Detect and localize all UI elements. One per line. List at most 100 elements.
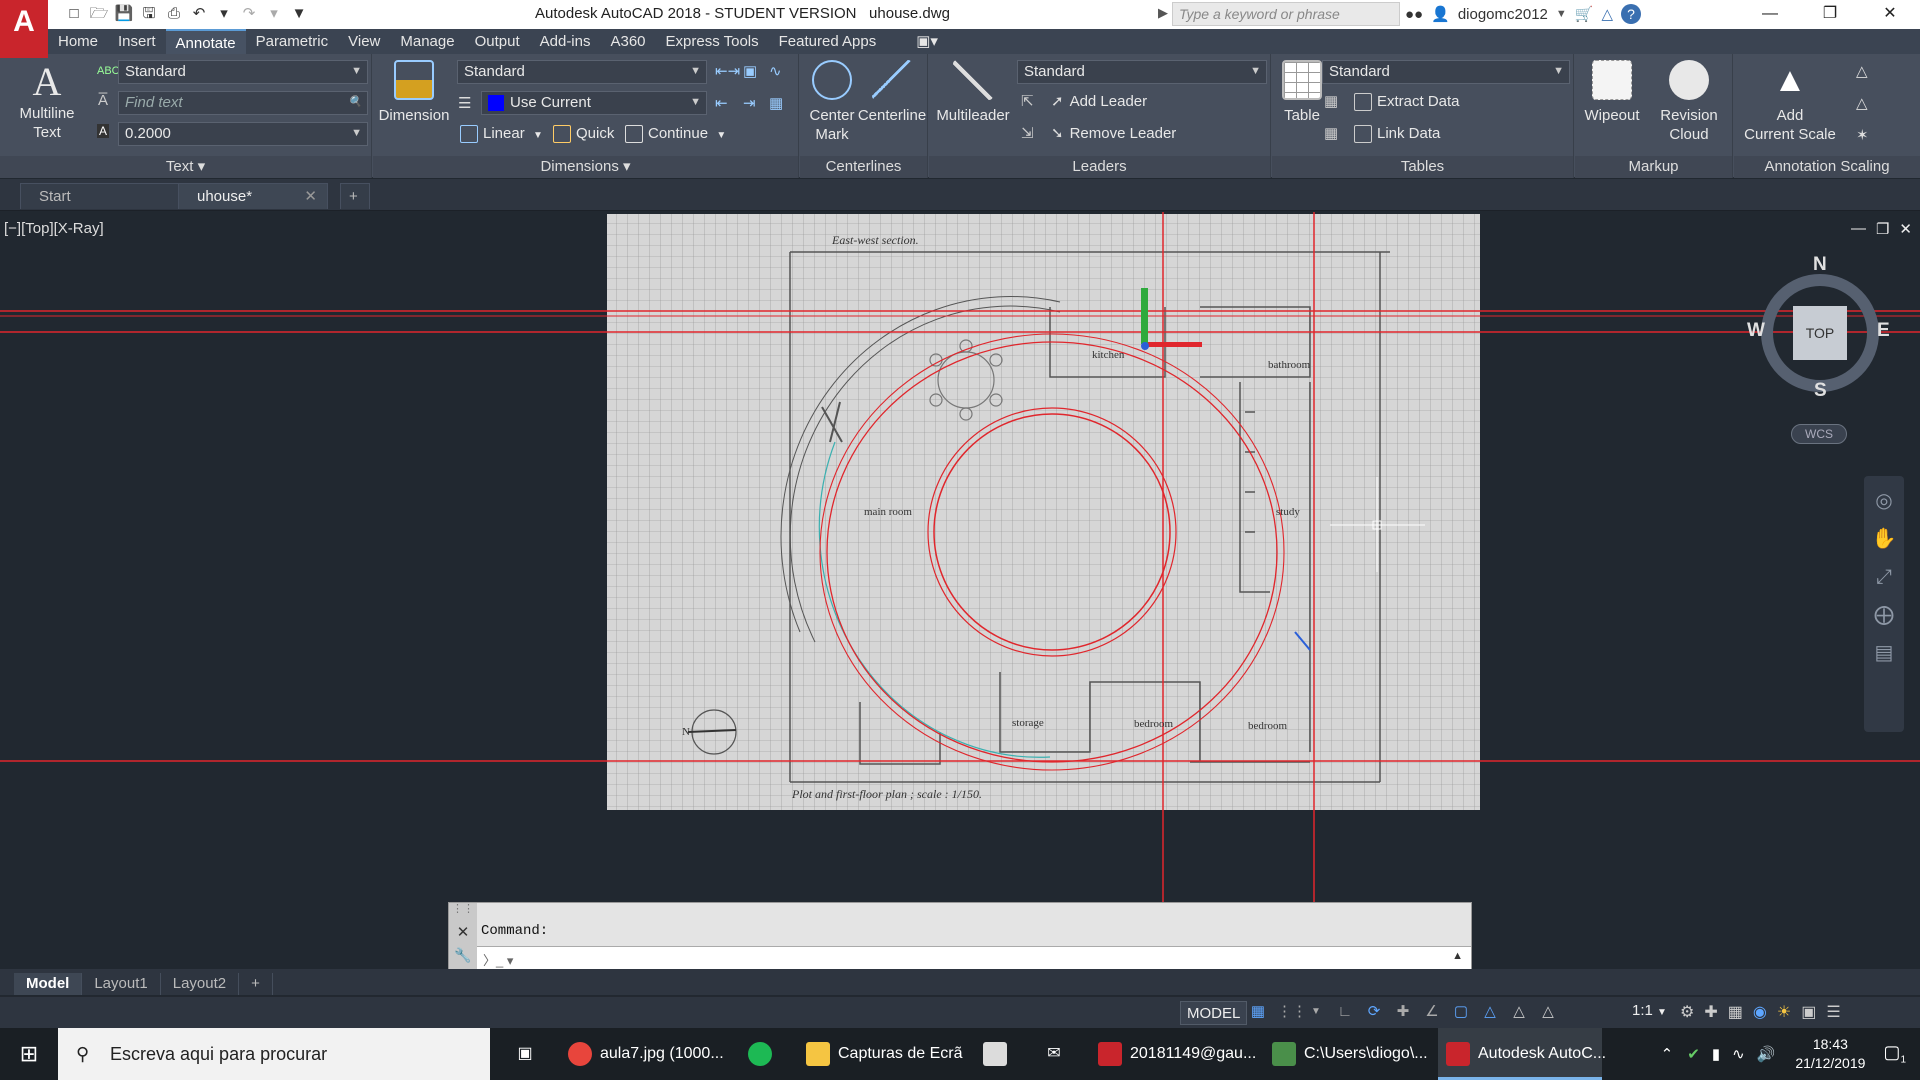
binoculars-icon[interactable]: ●● bbox=[1405, 6, 1423, 23]
application-menu-button[interactable]: A bbox=[0, 0, 48, 58]
dim-tool-4-icon[interactable]: ⇤ bbox=[715, 94, 728, 112]
viewcube[interactable]: TOP N S E W bbox=[1747, 254, 1890, 401]
viewport-close-icon[interactable]: ✕ bbox=[1899, 220, 1912, 238]
clean-screen-icon[interactable]: ▣ bbox=[1801, 1002, 1816, 1022]
tab-add-ins[interactable]: Add-ins bbox=[530, 29, 601, 54]
tab-express-tools[interactable]: Express Tools bbox=[656, 29, 769, 54]
close-command-icon[interactable]: ✕ bbox=[449, 923, 477, 941]
taskbar-app-explorer[interactable]: Capturas de Ecrã bbox=[794, 1028, 963, 1080]
multiline-text-button[interactable]: A Multiline Text bbox=[12, 60, 82, 142]
open-folder-icon[interactable]: 🗁 bbox=[89, 4, 109, 24]
search-expand-icon[interactable]: ▶ bbox=[1158, 5, 1168, 21]
tab-a360[interactable]: A360 bbox=[600, 29, 655, 54]
dim-tool-3-icon[interactable]: ∿ bbox=[769, 62, 782, 80]
cart-icon[interactable]: 🛒 bbox=[1575, 5, 1594, 23]
taskbar-app-filezilla[interactable]: 20181149@gau... bbox=[1090, 1028, 1256, 1080]
table-tool-1-icon[interactable]: ▦ bbox=[1324, 92, 1338, 110]
wifi-icon[interactable]: ∿ bbox=[1732, 1045, 1745, 1063]
command-history-toggle-icon[interactable]: ▲ bbox=[1452, 950, 1463, 962]
steering-wheel-icon[interactable]: ◎ bbox=[1871, 488, 1897, 514]
dimensions-panel-title[interactable]: Dimensions ▾ bbox=[373, 156, 798, 178]
units-icon[interactable]: ▦ bbox=[1728, 1002, 1743, 1022]
keyword-search-input[interactable]: Type a keyword or phrase bbox=[1172, 2, 1400, 26]
taskbar-app-autocad[interactable]: Autodesk AutoC... bbox=[1438, 1028, 1606, 1080]
tab-annotate[interactable]: Annotate bbox=[165, 29, 246, 54]
store-icon[interactable] bbox=[975, 1028, 1015, 1080]
user-icon[interactable]: 👤 bbox=[1431, 5, 1450, 23]
model-space-button[interactable]: MODEL bbox=[1180, 1001, 1248, 1025]
dimension-style-select[interactable]: Standard ▼ bbox=[457, 60, 707, 84]
annotation-scale-icon[interactable]: △ bbox=[1538, 1002, 1558, 1022]
orbit-icon[interactable]: ⨁ bbox=[1871, 602, 1897, 628]
add-leader-button[interactable]: ➚ Add Leader bbox=[1051, 91, 1147, 113]
isolate-objects-icon[interactable]: ☀ bbox=[1777, 1002, 1791, 1022]
command-window-handle[interactable]: ⋮⋮ ✕ 🔧 bbox=[449, 903, 477, 971]
battery-icon[interactable]: ▮ bbox=[1712, 1045, 1720, 1063]
layout-tab-layout2[interactable]: Layout2 bbox=[161, 973, 240, 995]
leaders-panel-title[interactable]: Leaders bbox=[929, 156, 1270, 178]
compass-south[interactable]: S bbox=[1814, 380, 1827, 402]
new-tab-button[interactable]: + bbox=[340, 183, 370, 209]
snap-dropdown-icon[interactable]: ▼ bbox=[1306, 1002, 1326, 1022]
multileader-button[interactable]: Multileader bbox=[933, 60, 1013, 125]
help-icon[interactable]: ? bbox=[1621, 4, 1642, 24]
tab-output[interactable]: Output bbox=[465, 29, 530, 54]
dim-tool-1-icon[interactable]: ⇤⇥ bbox=[715, 62, 740, 80]
doc-tab-uhouse[interactable]: uhouse* ✕ bbox=[178, 183, 328, 209]
remove-leader-button[interactable]: ➘ Remove Leader bbox=[1051, 123, 1176, 145]
undo-icon[interactable]: ↶ bbox=[189, 4, 209, 24]
find-text-input[interactable]: Find text 🔍 bbox=[118, 91, 368, 115]
grip-icon[interactable]: ⋮⋮ bbox=[449, 903, 477, 915]
dimension-layer-select[interactable]: Use Current ▼ bbox=[481, 91, 707, 115]
revision-cloud-button[interactable]: Revision Cloud bbox=[1647, 60, 1731, 144]
leader-collect-icon[interactable]: ⇲ bbox=[1021, 124, 1034, 142]
user-dropdown-icon[interactable]: ▼ bbox=[1556, 8, 1567, 20]
redo-dropdown-icon[interactable]: ▾ bbox=[264, 4, 284, 24]
clock[interactable]: 18:43 21/12/2019 bbox=[1795, 1035, 1865, 1073]
tray-expand-icon[interactable]: ⌃ bbox=[1661, 1045, 1674, 1063]
center-mark-button[interactable]: Center Mark bbox=[802, 60, 862, 144]
link-data-button[interactable]: Link Data bbox=[1354, 123, 1440, 145]
dim-tool-5-icon[interactable]: ⇥ bbox=[743, 94, 756, 112]
user-name[interactable]: diogomc2012 bbox=[1458, 6, 1548, 23]
volume-icon[interactable]: 🔊 bbox=[1757, 1045, 1776, 1063]
wcs-menu[interactable]: WCS bbox=[1791, 424, 1847, 444]
annotation-scale-select[interactable]: 1:1 ▼ bbox=[1632, 1002, 1667, 1019]
layout-tab-layout1[interactable]: Layout1 bbox=[82, 973, 161, 995]
tab-parametric[interactable]: Parametric bbox=[246, 29, 339, 54]
windows-start-icon[interactable]: ⊞ bbox=[0, 1028, 58, 1080]
object-snap-tracking-icon[interactable]: ∠ bbox=[1422, 1002, 1442, 1022]
doc-tab-start[interactable]: Start bbox=[20, 183, 180, 209]
customize-qat-icon[interactable]: ▼ bbox=[289, 4, 309, 24]
wipeout-button[interactable]: Wipeout bbox=[1579, 60, 1645, 125]
new-file-icon[interactable]: □ bbox=[64, 4, 84, 24]
compass-west[interactable]: W bbox=[1747, 320, 1765, 342]
text-height-select[interactable]: 0.2000 ▼ bbox=[118, 122, 368, 146]
restore-button[interactable]: ❐ bbox=[1800, 0, 1860, 29]
quick-dimension-button[interactable]: Quick bbox=[553, 123, 614, 145]
dim-tool-6-icon[interactable]: ▦ bbox=[769, 94, 783, 112]
spotify-icon[interactable] bbox=[740, 1028, 780, 1080]
tab-manage[interactable]: Manage bbox=[390, 29, 464, 54]
mail-icon[interactable]: ✉ bbox=[1034, 1028, 1074, 1080]
tab-home[interactable]: Home bbox=[48, 29, 108, 54]
save-as-icon[interactable]: 🖫 bbox=[139, 4, 159, 24]
multileader-style-select[interactable]: Standard ▼ bbox=[1017, 60, 1267, 84]
extract-data-button[interactable]: Extract Data bbox=[1354, 91, 1460, 113]
auto-scale-icon[interactable]: △ bbox=[1509, 1002, 1529, 1022]
continue-dimension-button[interactable]: Continue ▼ bbox=[625, 123, 726, 145]
isodraft-icon[interactable]: ✚ bbox=[1393, 1002, 1413, 1022]
taskbar-app-chrome[interactable]: aula7.jpg (1000... bbox=[556, 1028, 724, 1080]
tray-app-icon[interactable]: ✔ bbox=[1687, 1045, 1700, 1063]
close-tab-icon[interactable]: ✕ bbox=[304, 184, 317, 210]
annotation-visibility-icon[interactable]: △ bbox=[1480, 1002, 1500, 1022]
viewport-controls-label[interactable]: [−][Top][X-Ray] bbox=[4, 220, 104, 237]
leader-align-icon[interactable]: ⇱ bbox=[1021, 92, 1034, 110]
save-icon[interactable]: 💾 bbox=[114, 4, 134, 24]
drawing-viewport[interactable]: East-west section. kitchen bathroom main… bbox=[0, 212, 1920, 968]
tab-insert[interactable]: Insert bbox=[108, 29, 166, 54]
add-layout-button[interactable]: + bbox=[239, 973, 273, 995]
close-button[interactable]: ✕ bbox=[1860, 0, 1920, 29]
command-prompt-icon[interactable]: 〉_ ▾ bbox=[483, 950, 513, 969]
linear-dimension-button[interactable]: Linear ▼ bbox=[460, 123, 543, 145]
